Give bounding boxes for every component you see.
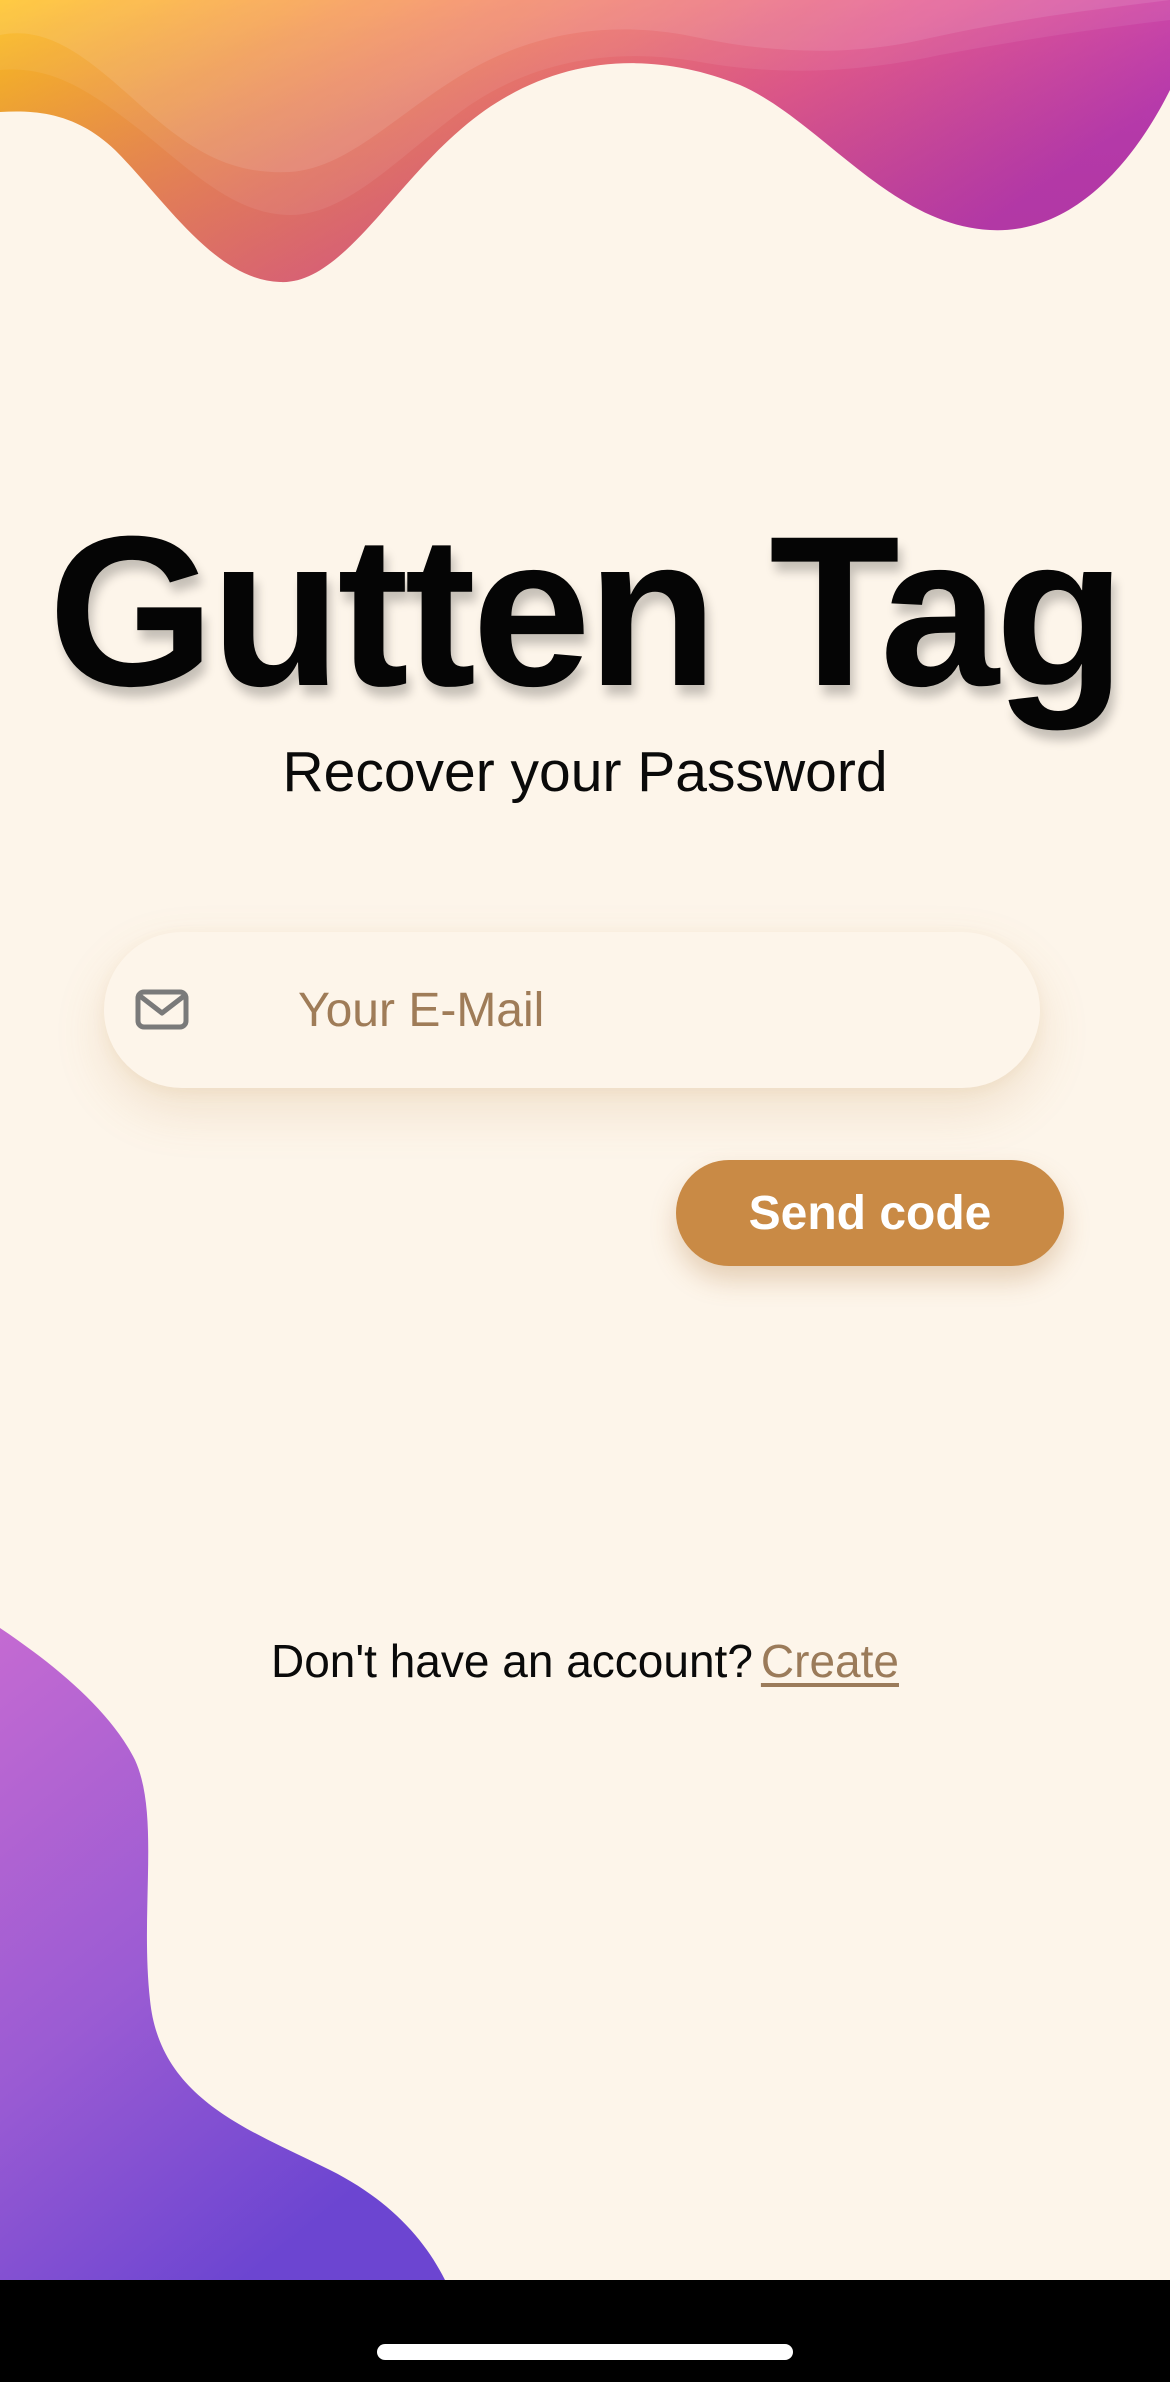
send-code-button[interactable]: Send code bbox=[676, 1160, 1064, 1266]
system-home-bar bbox=[0, 2280, 1170, 2382]
mail-icon bbox=[135, 989, 189, 1030]
page-subtitle: Recover your Password bbox=[282, 740, 888, 804]
email-field[interactable] bbox=[104, 932, 1040, 1088]
no-account-prompt: Don't have an account? bbox=[271, 1635, 753, 1687]
create-account-row: Don't have an account? Create bbox=[0, 1638, 1170, 1684]
top-wave-decoration bbox=[0, 0, 1170, 283]
email-input[interactable] bbox=[298, 932, 998, 1088]
create-account-link[interactable]: Create bbox=[761, 1635, 899, 1687]
app-title: Gutten Tag bbox=[48, 492, 1125, 731]
bottom-blob-decoration bbox=[0, 1628, 445, 2280]
password-recovery-screen: Gutten Tag Recover your Password Send co… bbox=[0, 0, 1170, 2382]
home-indicator[interactable] bbox=[377, 2344, 793, 2360]
